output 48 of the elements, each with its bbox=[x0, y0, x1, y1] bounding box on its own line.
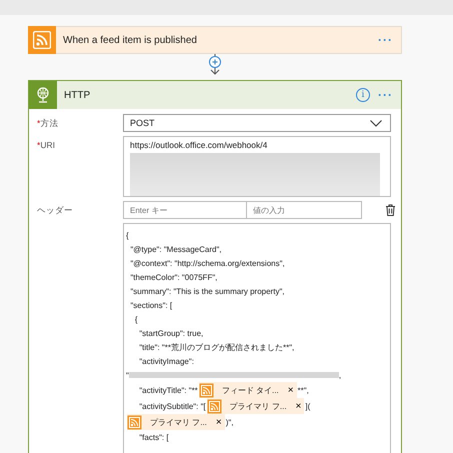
code-text: "activitySubtitle": "[ bbox=[138, 402, 206, 410]
code-text: )", bbox=[226, 418, 234, 426]
code-text: "@type": "MessageCard", bbox=[129, 244, 222, 254]
token-label: プライマリ フ... bbox=[230, 400, 287, 412]
required-mark: * bbox=[37, 140, 40, 150]
code-text: "title": "**荒川のブログが配信されました**", bbox=[138, 342, 294, 352]
code-text: "activityImage": bbox=[138, 356, 194, 366]
method-dropdown[interactable]: POST bbox=[123, 114, 391, 132]
add-step-icon[interactable] bbox=[208, 54, 222, 76]
code-text: { bbox=[134, 314, 138, 324]
uri-field[interactable]: https://outlook.office.com/webhook/4 bbox=[123, 136, 391, 197]
trash-icon[interactable] bbox=[385, 204, 396, 216]
code-text: "summary": "This is the summary property", bbox=[129, 286, 285, 296]
field-label-text: URI bbox=[40, 140, 55, 150]
header-value-field[interactable]: 値の入力 bbox=[246, 201, 362, 219]
token-label: プライマリ フ... bbox=[150, 416, 207, 428]
code-text: **", bbox=[298, 386, 309, 394]
code-text: ]( bbox=[305, 402, 310, 410]
rss-icon bbox=[198, 382, 214, 398]
remove-button[interactable]: × bbox=[292, 400, 304, 412]
code-text: "facts": [ bbox=[138, 432, 169, 442]
body-field[interactable] bbox=[123, 223, 391, 453]
header-key-field[interactable]: Enter キー bbox=[123, 201, 247, 219]
rss-icon bbox=[28, 26, 56, 54]
chevron-down-icon bbox=[370, 120, 382, 126]
field-label-text: ヘッダー bbox=[37, 205, 73, 215]
rss-icon bbox=[127, 414, 142, 430]
remove-button[interactable]: × bbox=[212, 416, 225, 428]
action-title: HTTP bbox=[64, 90, 92, 100]
code-text: "startGroup": true, bbox=[138, 328, 204, 338]
trigger-title: When a feed item is published bbox=[63, 34, 198, 46]
dynamic-content-token[interactable]: プライマリ フ... × bbox=[206, 398, 304, 414]
code-text: "@context": "http://schema.org/extensions", bbox=[129, 258, 285, 268]
code-text: " bbox=[126, 370, 129, 380]
field-label-text: 方法 bbox=[40, 118, 58, 128]
token-label: フィード タイ... bbox=[222, 384, 279, 396]
remove-button[interactable]: × bbox=[284, 384, 297, 396]
rss-icon bbox=[206, 398, 222, 414]
code-text: , bbox=[338, 370, 342, 380]
code-text: "sections": [ bbox=[129, 300, 172, 310]
dynamic-content-token[interactable]: フィード タイ... × bbox=[198, 382, 297, 398]
code-text: { bbox=[126, 230, 129, 240]
uri-text: https://outlook.office.com/webhook/4 bbox=[130, 140, 268, 150]
code-text: "activityTitle": "** bbox=[138, 386, 198, 394]
trigger-card[interactable]: When a feed item is published ··· bbox=[28, 26, 402, 54]
required-mark: * bbox=[37, 118, 40, 128]
dynamic-content-token[interactable]: プライマリ フ... × bbox=[127, 414, 225, 430]
code-text: "themeColor": "0075FF", bbox=[129, 272, 218, 282]
